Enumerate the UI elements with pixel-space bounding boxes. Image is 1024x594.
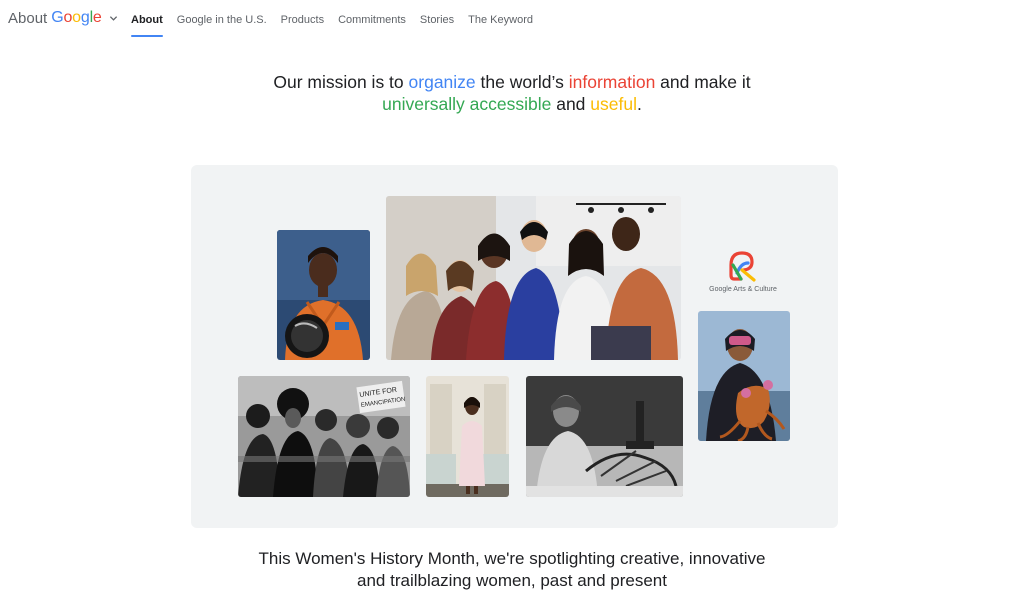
logo-letter: g	[80, 9, 90, 26]
mission-word-organize: organize	[408, 72, 476, 92]
nav-commitments[interactable]: Commitments	[331, 0, 413, 40]
chevron-down-icon[interactable]	[109, 14, 118, 23]
mission-text: Our mission is to	[273, 72, 409, 92]
nav-products[interactable]: Products	[274, 0, 331, 40]
nav-the-keyword[interactable]: The Keyword	[461, 0, 540, 40]
logo-letter: o	[72, 9, 81, 26]
google-arts-culture-logo[interactable]: Google Arts & Culture	[705, 249, 781, 299]
tagline-line-2: and trailblazing women, past and present	[357, 571, 667, 590]
mission-text: and	[551, 94, 591, 114]
group-laughing-photo[interactable]	[386, 196, 681, 360]
logo-letter: o	[63, 9, 73, 26]
protest-march-photo[interactable]: UNITE FOR EMANCIPATION	[238, 376, 410, 497]
site-header: About Google About Google in the U.S. Pr…	[0, 0, 1024, 40]
mission-word-useful: useful	[590, 94, 637, 114]
scientist-microscope-photo[interactable]	[526, 376, 683, 497]
main-nav: About Google in the U.S. Products Commit…	[124, 0, 540, 40]
about-google-menu[interactable]: About Google	[8, 7, 118, 29]
tagline-line-1: This Women's History Month, we're spotli…	[258, 549, 766, 568]
mission-line-2: universally accessible and useful.	[0, 93, 1024, 115]
mission-word-accessible: universally accessible	[382, 94, 552, 114]
diver-octopus-photo[interactable]	[698, 311, 790, 441]
mission-statement: Our mission is to organize the world’s i…	[0, 71, 1024, 115]
mission-text: and make it	[655, 72, 751, 92]
mission-text: the world’s	[475, 72, 569, 92]
logo-letter: e	[92, 9, 102, 26]
womens-history-gallery: Google Arts & Culture UNITE FOR EMANCIPA…	[191, 165, 838, 528]
nav-stories[interactable]: Stories	[413, 0, 461, 40]
google-logo: Google	[51, 9, 102, 27]
womens-history-tagline: This Women's History Month, we're spotli…	[0, 548, 1024, 592]
arts-culture-label: Google Arts & Culture	[709, 286, 777, 293]
arts-culture-icon	[729, 251, 756, 282]
mission-text: .	[637, 94, 642, 114]
mission-word-information: information	[568, 72, 656, 92]
mission-line-1: Our mission is to organize the world’s i…	[0, 71, 1024, 93]
nav-google-in-us[interactable]: Google in the U.S.	[170, 0, 274, 40]
brand-about-text: About	[8, 9, 48, 27]
logo-letter: G	[51, 9, 64, 26]
astronaut-photo[interactable]	[277, 230, 370, 360]
museum-portrait-photo[interactable]	[426, 376, 509, 497]
nav-about[interactable]: About	[124, 0, 170, 40]
